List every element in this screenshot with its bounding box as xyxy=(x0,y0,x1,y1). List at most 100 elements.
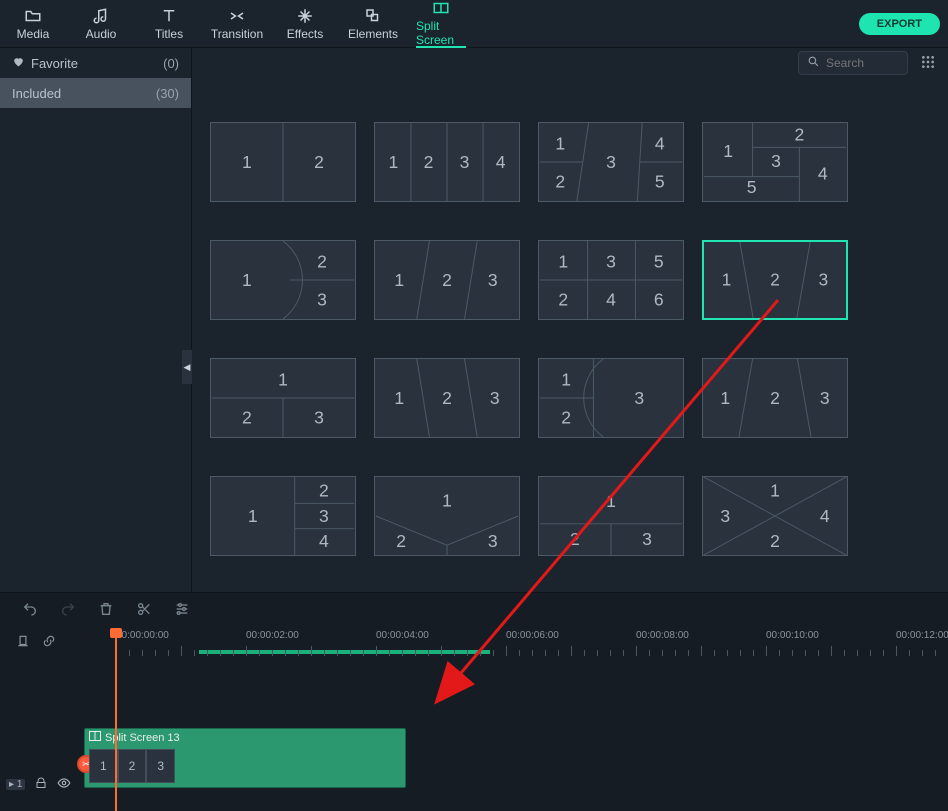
preset-4-col[interactable]: 1 2 3 4 xyxy=(374,122,520,202)
preset-3-trapezoid-b[interactable]: 1 2 3 xyxy=(702,358,848,438)
tab-split-screen[interactable]: Split Screen xyxy=(416,0,466,48)
preset-grid: 1 2 1 2 3 4 1 2 3 xyxy=(192,78,948,566)
svg-text:1: 1 xyxy=(720,388,730,408)
grid-view-icon[interactable] xyxy=(920,54,936,73)
preset-envelope[interactable]: 1 2 3 xyxy=(374,476,520,556)
ruler-timestamp: 00:00:12:00 xyxy=(896,630,948,641)
eye-icon[interactable] xyxy=(57,776,71,793)
svg-text:2: 2 xyxy=(770,388,780,408)
search-input[interactable] xyxy=(826,56,896,70)
svg-text:3: 3 xyxy=(720,506,730,526)
presets-toolbar xyxy=(192,48,948,78)
svg-text:1: 1 xyxy=(442,490,452,510)
svg-text:3: 3 xyxy=(317,289,327,309)
preset-3-diag-alt[interactable]: 1 2 3 xyxy=(374,358,520,438)
preset-2-col[interactable]: 1 2 xyxy=(210,122,356,202)
svg-text:6: 6 xyxy=(654,289,664,309)
svg-text:3: 3 xyxy=(819,271,829,290)
tab-audio[interactable]: Audio xyxy=(76,0,126,48)
svg-text:1: 1 xyxy=(722,271,732,290)
preset-arc-right-3[interactable]: 1 2 3 xyxy=(538,358,684,438)
tab-titles[interactable]: Titles xyxy=(144,0,194,48)
ruler-timestamp: 00:00:06:00 xyxy=(506,630,559,641)
sidebar-included-count: (30) xyxy=(156,86,179,101)
preset-x-4[interactable]: 1 2 3 4 xyxy=(702,476,848,556)
preset-3-diag[interactable]: 1 2 3 xyxy=(374,240,520,320)
tab-media[interactable]: Media xyxy=(8,0,58,48)
split-screen-icon xyxy=(432,0,450,17)
track-index-badge: ▸ 1 xyxy=(6,779,25,790)
clip-preview-cells: 1 2 3 xyxy=(89,749,175,783)
svg-text:5: 5 xyxy=(654,251,664,271)
preset-3-trapezoid[interactable]: 1 2 3 xyxy=(702,240,848,320)
preset-5-pinwheel[interactable]: 1 2 3 4 5 xyxy=(702,122,848,202)
transition-icon xyxy=(228,7,246,25)
svg-text:2: 2 xyxy=(319,481,329,501)
tab-elements[interactable]: Elements xyxy=(348,0,398,48)
video-track-head: ▸ 1 xyxy=(0,758,84,810)
svg-text:2: 2 xyxy=(555,171,565,191)
tab-effects-label: Effects xyxy=(287,27,323,41)
timeline-ruler[interactable]: 00:00:00:0000:00:02:0000:00:04:0000:00:0… xyxy=(84,628,948,656)
timeline-clip[interactable]: ✂ Split Screen 13 1 2 3 xyxy=(84,728,406,788)
export-button[interactable]: EXPORT xyxy=(859,13,940,35)
svg-text:3: 3 xyxy=(642,529,652,549)
sidebar-item-included[interactable]: Included (30) xyxy=(0,78,191,108)
clip-cell: 1 xyxy=(89,749,118,783)
svg-text:2: 2 xyxy=(442,388,452,408)
svg-text:2: 2 xyxy=(558,289,568,309)
svg-text:4: 4 xyxy=(606,289,616,309)
svg-text:5: 5 xyxy=(747,177,757,197)
svg-text:4: 4 xyxy=(655,133,665,153)
lock-icon[interactable] xyxy=(35,777,47,792)
preset-t-split[interactable]: 1 2 3 xyxy=(538,476,684,556)
tab-media-label: Media xyxy=(17,27,50,41)
ruler-timestamp: 00:00:04:00 xyxy=(376,630,429,641)
svg-text:3: 3 xyxy=(460,152,470,172)
svg-text:3: 3 xyxy=(319,506,329,526)
svg-text:3: 3 xyxy=(606,152,616,172)
timeline: 00:00:00:0000:00:02:0000:00:04:0000:00:0… xyxy=(0,628,948,811)
svg-text:1: 1 xyxy=(561,369,571,389)
search-box[interactable] xyxy=(798,51,908,75)
redo-icon[interactable] xyxy=(60,601,76,620)
preset-1-top-2-bottom[interactable]: 1 2 3 xyxy=(210,358,356,438)
svg-text:1: 1 xyxy=(723,141,733,161)
tab-effects[interactable]: Effects xyxy=(280,0,330,48)
preset-6-grid[interactable]: 1 2 3 4 5 6 xyxy=(538,240,684,320)
svg-text:2: 2 xyxy=(317,251,327,271)
svg-text:2: 2 xyxy=(314,152,324,172)
adjust-icon[interactable] xyxy=(174,601,190,620)
svg-text:2: 2 xyxy=(770,271,780,290)
tab-transition[interactable]: Transition xyxy=(212,0,262,48)
preset-arc-3[interactable]: 1 2 3 xyxy=(210,240,356,320)
svg-text:4: 4 xyxy=(818,164,828,184)
svg-text:1: 1 xyxy=(558,251,568,271)
link-icon[interactable] xyxy=(42,634,56,651)
delete-icon[interactable] xyxy=(98,601,114,620)
svg-text:1: 1 xyxy=(555,133,565,153)
split-icon[interactable] xyxy=(136,601,152,620)
svg-text:1: 1 xyxy=(394,388,404,408)
preset-5-diag[interactable]: 1 2 3 4 5 xyxy=(538,122,684,202)
tab-split-screen-label: Split Screen xyxy=(416,19,466,47)
collapse-sidebar-handle[interactable]: ◀ xyxy=(182,350,192,384)
playhead[interactable] xyxy=(115,628,117,811)
marker-icon[interactable] xyxy=(16,634,30,651)
sidebar-item-favorite[interactable]: Favorite (0) xyxy=(0,48,191,78)
svg-text:3: 3 xyxy=(606,251,616,271)
ruler-timestamp: 00:00:08:00 xyxy=(636,630,689,641)
svg-text:2: 2 xyxy=(570,529,580,549)
svg-text:5: 5 xyxy=(655,171,665,191)
svg-text:4: 4 xyxy=(496,152,506,172)
svg-text:1: 1 xyxy=(242,152,252,172)
svg-text:2: 2 xyxy=(561,407,571,427)
preset-1-left-3-right[interactable]: 1 2 3 4 xyxy=(210,476,356,556)
svg-text:2: 2 xyxy=(794,125,804,145)
undo-icon[interactable] xyxy=(22,601,38,620)
svg-text:2: 2 xyxy=(396,531,406,551)
svg-text:3: 3 xyxy=(488,531,498,551)
svg-text:1: 1 xyxy=(278,369,288,389)
shapes-icon xyxy=(364,7,382,25)
folder-icon xyxy=(24,7,42,25)
